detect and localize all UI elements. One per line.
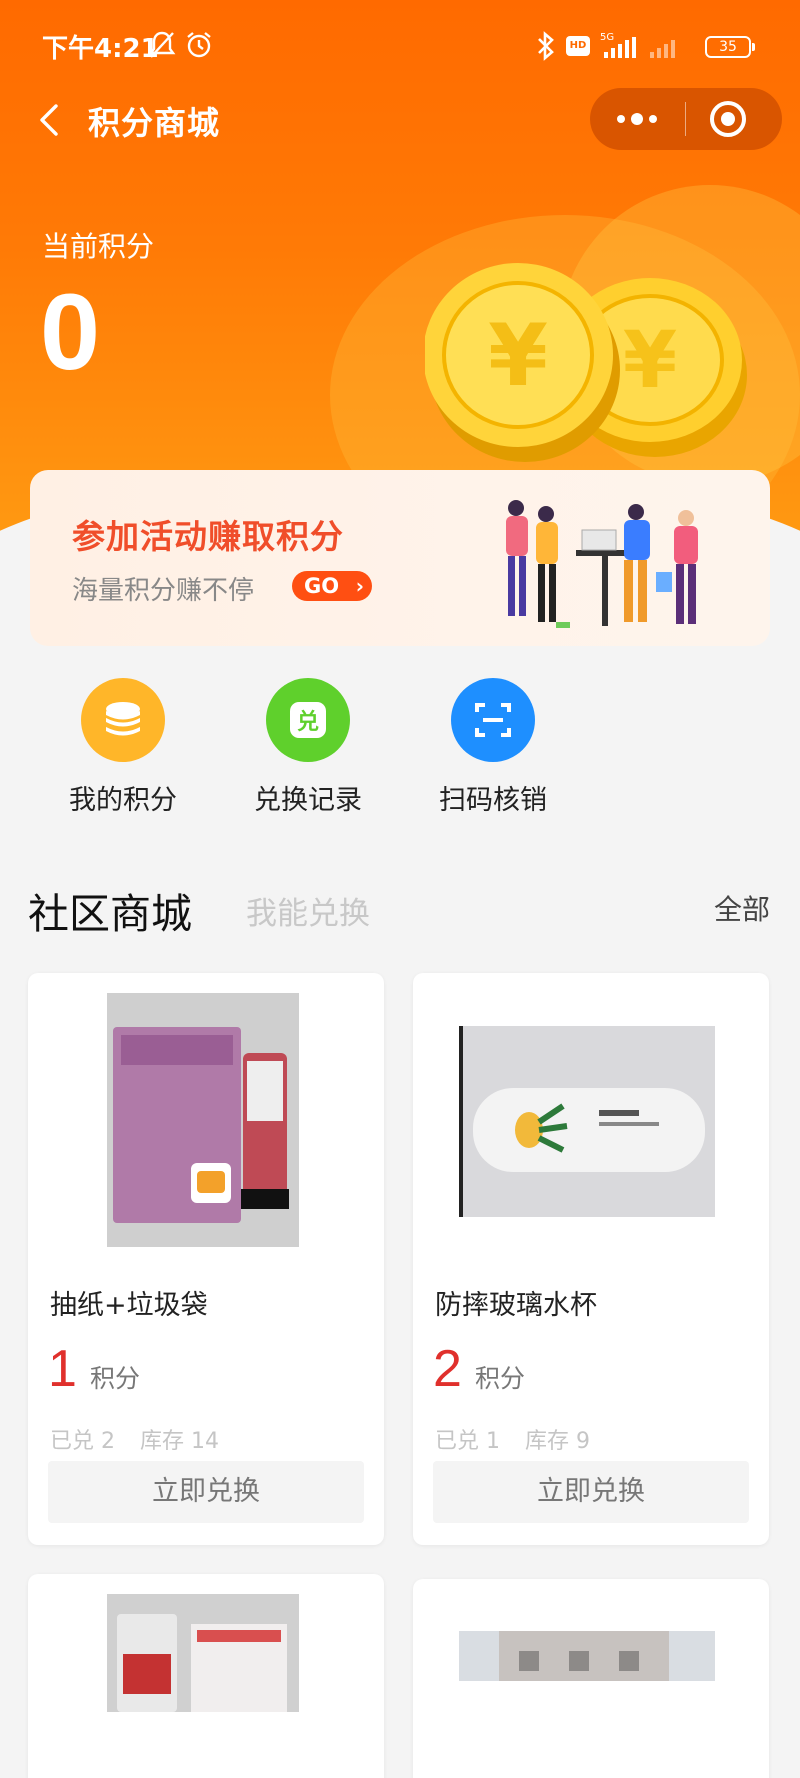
- view-all-link[interactable]: 全部: [714, 888, 770, 928]
- current-points-value: 0: [40, 271, 101, 392]
- product-meta: 已兑 1 库存 9: [435, 1423, 608, 1455]
- coins-stack-icon: [81, 678, 165, 762]
- status-time: 下午4:21: [42, 34, 159, 64]
- battery-indicator: 35: [705, 36, 755, 58]
- redeem-history-label: 兑换记录: [254, 785, 362, 816]
- capsule-divider: [685, 102, 686, 136]
- tab-community-mall[interactable]: 社区商城: [28, 880, 192, 940]
- hd-badge: HD: [566, 36, 590, 56]
- svg-text:¥: ¥: [488, 306, 548, 406]
- stock-count: 库存 14: [140, 1429, 219, 1454]
- more-dots-icon[interactable]: [612, 98, 662, 140]
- status-bar: 下午4:21 HD 5G 35: [0, 0, 800, 92]
- product-image: [107, 1594, 299, 1712]
- earn-points-banner[interactable]: 参加活动赚取积分 海量积分赚不停 GO ›: [30, 470, 770, 646]
- product-meta: 已兑 2 库存 14: [50, 1423, 237, 1455]
- people-illustration: [506, 500, 698, 628]
- redeem-history-action[interactable]: 兑 兑换记录: [223, 678, 393, 817]
- miniprogram-capsule: [590, 88, 782, 150]
- product-card[interactable]: 抽纸+垃圾袋 1 积分 已兑 2 库存 14 立即兑换: [28, 973, 384, 1545]
- points-unit: 积分: [475, 1364, 526, 1393]
- tab-can-redeem[interactable]: 我能兑换: [246, 888, 370, 933]
- redeem-button[interactable]: 立即兑换: [48, 1461, 364, 1523]
- bluetooth-icon: [538, 31, 554, 61]
- banner-subtitle: 海量积分赚不停: [72, 576, 255, 606]
- product-name: 防摔玻璃水杯: [435, 1290, 597, 1321]
- banner-title: 参加活动赚取积分: [72, 517, 344, 556]
- points-unit: 积分: [90, 1364, 141, 1393]
- product-image: [107, 993, 299, 1247]
- redeemed-count: 已兑 1: [435, 1429, 500, 1454]
- back-button[interactable]: [30, 98, 70, 142]
- product-card[interactable]: [28, 1574, 384, 1778]
- product-card[interactable]: 防摔玻璃水杯 2 积分 已兑 1 库存 9 立即兑换: [413, 973, 769, 1545]
- svg-text:¥: ¥: [623, 316, 677, 406]
- current-points-label: 当前积分: [42, 230, 155, 263]
- target-icon[interactable]: [706, 97, 750, 141]
- product-image: [459, 1026, 715, 1217]
- product-card[interactable]: [413, 1579, 769, 1778]
- scan-verify-label: 扫码核销: [439, 785, 547, 816]
- coins-illustration: ¥ ¥: [425, 263, 747, 462]
- scan-icon: [451, 678, 535, 762]
- redeem-button[interactable]: 立即兑换: [433, 1461, 749, 1523]
- product-points: 2: [433, 1340, 462, 1398]
- page-title: 积分商城: [88, 104, 221, 142]
- my-points-label: 我的积分: [69, 785, 177, 816]
- product-name: 抽纸+垃圾袋: [50, 1290, 208, 1321]
- alarm-icon: [187, 32, 211, 58]
- go-button[interactable]: GO ›: [292, 571, 372, 601]
- stock-count: 库存 9: [525, 1429, 590, 1454]
- go-button-label: GO: [304, 574, 340, 598]
- svg-text:兑: 兑: [297, 709, 319, 735]
- product-image: [459, 1631, 715, 1681]
- scan-verify-action[interactable]: 扫码核销: [408, 678, 578, 817]
- mute-bell-icon: [148, 31, 176, 58]
- redeemed-count: 已兑 2: [50, 1429, 115, 1454]
- chevron-right-icon: ›: [355, 574, 364, 598]
- redeem-icon: 兑: [266, 678, 350, 762]
- product-points: 1: [48, 1340, 77, 1398]
- signal-icon: [604, 37, 675, 58]
- my-points-action[interactable]: 我的积分: [38, 678, 208, 817]
